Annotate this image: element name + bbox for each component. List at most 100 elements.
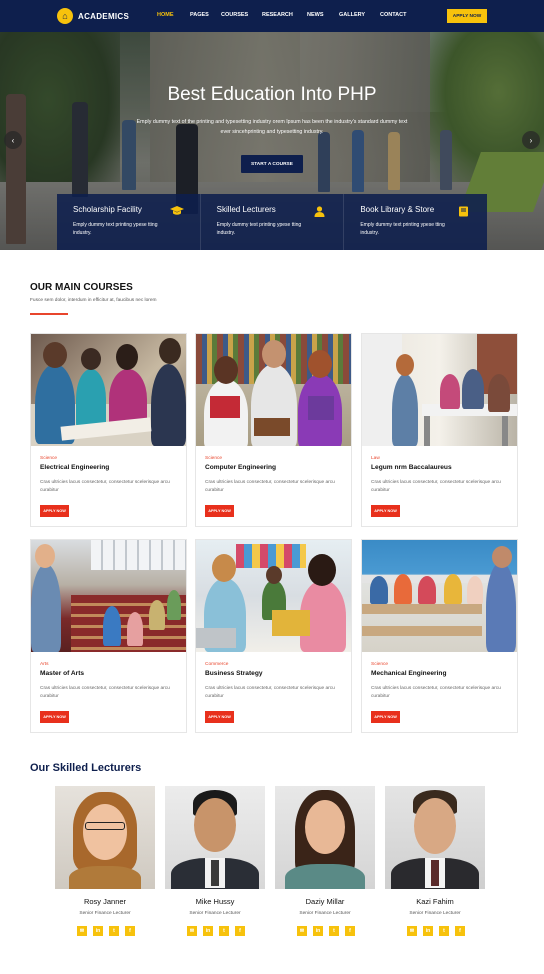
courses-section-title: OUR MAIN COURSES — [30, 282, 133, 293]
linkedin-icon[interactable]: in — [203, 926, 213, 936]
lecturer-role: Senior Finance Lecturer — [409, 911, 461, 916]
facebook-icon[interactable]: f — [345, 926, 355, 936]
course-card[interactable]: Science Computer Engineering Cras ultric… — [195, 333, 352, 527]
hero-slider: Best Education Into PHP Emply dummy text… — [0, 32, 544, 250]
top-navbar: ⌂ ACADEMICS HOME PAGES COURSES RESEARCH … — [0, 0, 544, 32]
lecturer-role: Senior Finance Lecturer — [189, 911, 241, 916]
twitter-icon[interactable]: t — [109, 926, 119, 936]
logo-text: ACADEMICS — [78, 11, 130, 21]
courses-section-subtitle: Fusce sem dolor, interdum in efficitur a… — [30, 298, 157, 303]
feature-bar: Scholarship Facility Emply dummy text pr… — [57, 194, 488, 250]
lecturer-role: Senior Finance Lecturer — [299, 911, 351, 916]
start-course-button[interactable]: START A COURSE — [241, 155, 303, 173]
lecturer-card[interactable]: Kazi Fahim Senior Finance Lecturer ✉ in … — [385, 786, 485, 936]
facebook-icon[interactable]: f — [455, 926, 465, 936]
facebook-icon[interactable]: f — [125, 926, 135, 936]
menu-item-contact[interactable]: CONTACT — [380, 12, 406, 18]
menu-item-home[interactable]: HOME — [157, 12, 190, 18]
social-links: ✉ in t f — [407, 926, 471, 936]
lecturer-card[interactable]: Daziy Millar Senior Finance Lecturer ✉ i… — [275, 786, 375, 936]
feature-lecturers: Skilled Lecturers Emply dummy text print… — [200, 194, 345, 250]
course-card[interactable]: Science Electrical Engineering Cras ultr… — [30, 333, 187, 527]
lecturer-card[interactable]: Rosy Janner Senior Finance Lecturer ✉ in… — [55, 786, 155, 936]
lecturer-photo — [55, 786, 155, 889]
apply-now-button[interactable]: APPLY NOW — [371, 711, 400, 723]
lecturer-photo — [275, 786, 375, 889]
main-menu: HOME PAGES COURSES RESEARCH NEWS GALLERY… — [157, 12, 406, 18]
course-title[interactable]: Computer Engineering — [205, 464, 276, 471]
course-category: Commerce — [205, 662, 229, 667]
twitter-icon[interactable]: t — [329, 926, 339, 936]
course-category: Arts — [40, 662, 49, 667]
course-description: Cras ultricies lacus consectetur, consec… — [371, 686, 501, 700]
graduation-cap-icon — [169, 206, 184, 217]
course-image — [31, 334, 186, 446]
apply-now-button[interactable]: APPLY NOW — [40, 505, 69, 517]
course-category: Law — [371, 456, 380, 461]
lecturer-role: Senior Finance Lecturer — [79, 911, 131, 916]
graduation-cap-logo-icon: ⌂ — [57, 8, 73, 24]
course-card[interactable]: Science Mechanical Engineering Cras ultr… — [361, 539, 518, 733]
course-description: Cras ultricies lacus consectetur, consec… — [205, 480, 335, 494]
lecturer-photo — [165, 786, 265, 889]
course-image — [196, 334, 351, 446]
lecturer-name[interactable]: Mike Hussy — [165, 897, 265, 906]
apply-now-button[interactable]: APPLY NOW — [205, 505, 234, 517]
social-links: ✉ in t f — [297, 926, 361, 936]
course-description: Cras ultricies lacus consectetur, consec… — [371, 480, 501, 494]
course-image — [362, 334, 517, 446]
twitter-icon[interactable]: t — [439, 926, 449, 936]
menu-item-courses[interactable]: COURSES — [221, 12, 262, 18]
feature-library: Book Library & Store Emply dummy text pr… — [344, 194, 488, 250]
user-icon — [313, 206, 325, 217]
linkedin-icon[interactable]: in — [423, 926, 433, 936]
section-divider — [30, 313, 68, 315]
menu-item-pages[interactable]: PAGES — [190, 12, 221, 18]
lecturer-card[interactable]: Mike Hussy Senior Finance Lecturer ✉ in … — [165, 786, 265, 936]
lecturer-photo — [385, 786, 485, 889]
course-category: Science — [371, 662, 389, 667]
course-description: Cras ultricies lacus consectetur, consec… — [205, 686, 335, 700]
twitter-icon[interactable]: t — [219, 926, 229, 936]
course-image — [31, 540, 186, 652]
course-category: Science — [205, 456, 223, 461]
email-icon[interactable]: ✉ — [407, 926, 417, 936]
facebook-icon[interactable]: f — [235, 926, 245, 936]
lecturer-name[interactable]: Daziy Millar — [275, 897, 375, 906]
course-title[interactable]: Electrical Engineering — [40, 464, 109, 471]
lecturer-name[interactable]: Rosy Janner — [55, 897, 155, 906]
course-card[interactable]: Arts Master of Arts Cras ultricies lacus… — [30, 539, 187, 733]
lecturer-name[interactable]: Kazi Fahim — [385, 897, 485, 906]
email-icon[interactable]: ✉ — [297, 926, 307, 936]
email-icon[interactable]: ✉ — [77, 926, 87, 936]
course-card[interactable]: Commerce Business Strategy Cras ultricie… — [195, 539, 352, 733]
menu-item-news[interactable]: NEWS — [307, 12, 339, 18]
social-links: ✉ in t f — [187, 926, 251, 936]
course-title[interactable]: Business Strategy — [205, 670, 263, 677]
linkedin-icon[interactable]: in — [313, 926, 323, 936]
apply-now-button[interactable]: APPLY NOW — [371, 505, 400, 517]
hero-title: Best Education Into PHP — [167, 84, 377, 105]
course-title[interactable]: Master of Arts — [40, 670, 84, 677]
menu-item-gallery[interactable]: GALLERY — [339, 12, 380, 18]
course-description: Cras ultricies lacus consectetur, consec… — [40, 686, 170, 700]
menu-item-research[interactable]: RESEARCH — [262, 12, 307, 18]
apply-now-button[interactable]: APPLY NOW — [205, 711, 234, 723]
logo[interactable]: ⌂ ACADEMICS — [57, 8, 129, 24]
linkedin-icon[interactable]: in — [93, 926, 103, 936]
apply-now-button[interactable]: APPLY NOW — [447, 9, 487, 23]
course-category: Science — [40, 456, 58, 461]
course-description: Cras ultricies lacus consectetur, consec… — [40, 480, 170, 494]
course-card[interactable]: Law Legum nrm Baccalaureus Cras ultricie… — [361, 333, 518, 527]
social-links: ✉ in t f — [77, 926, 141, 936]
course-title[interactable]: Legum nrm Baccalaureus — [371, 464, 452, 471]
hero-subtitle: Emply dummy text of the printing and typ… — [136, 119, 408, 136]
email-icon[interactable]: ✉ — [187, 926, 197, 936]
slider-next-arrow-icon[interactable]: › — [522, 131, 540, 149]
apply-now-button[interactable]: APPLY NOW — [40, 711, 69, 723]
slider-prev-arrow-icon[interactable]: ‹ — [4, 131, 22, 149]
course-title[interactable]: Mechanical Engineering — [371, 670, 446, 677]
course-image — [362, 540, 517, 652]
lecturers-section-title: Our Skilled Lecturers — [30, 762, 142, 774]
course-image — [196, 540, 351, 652]
